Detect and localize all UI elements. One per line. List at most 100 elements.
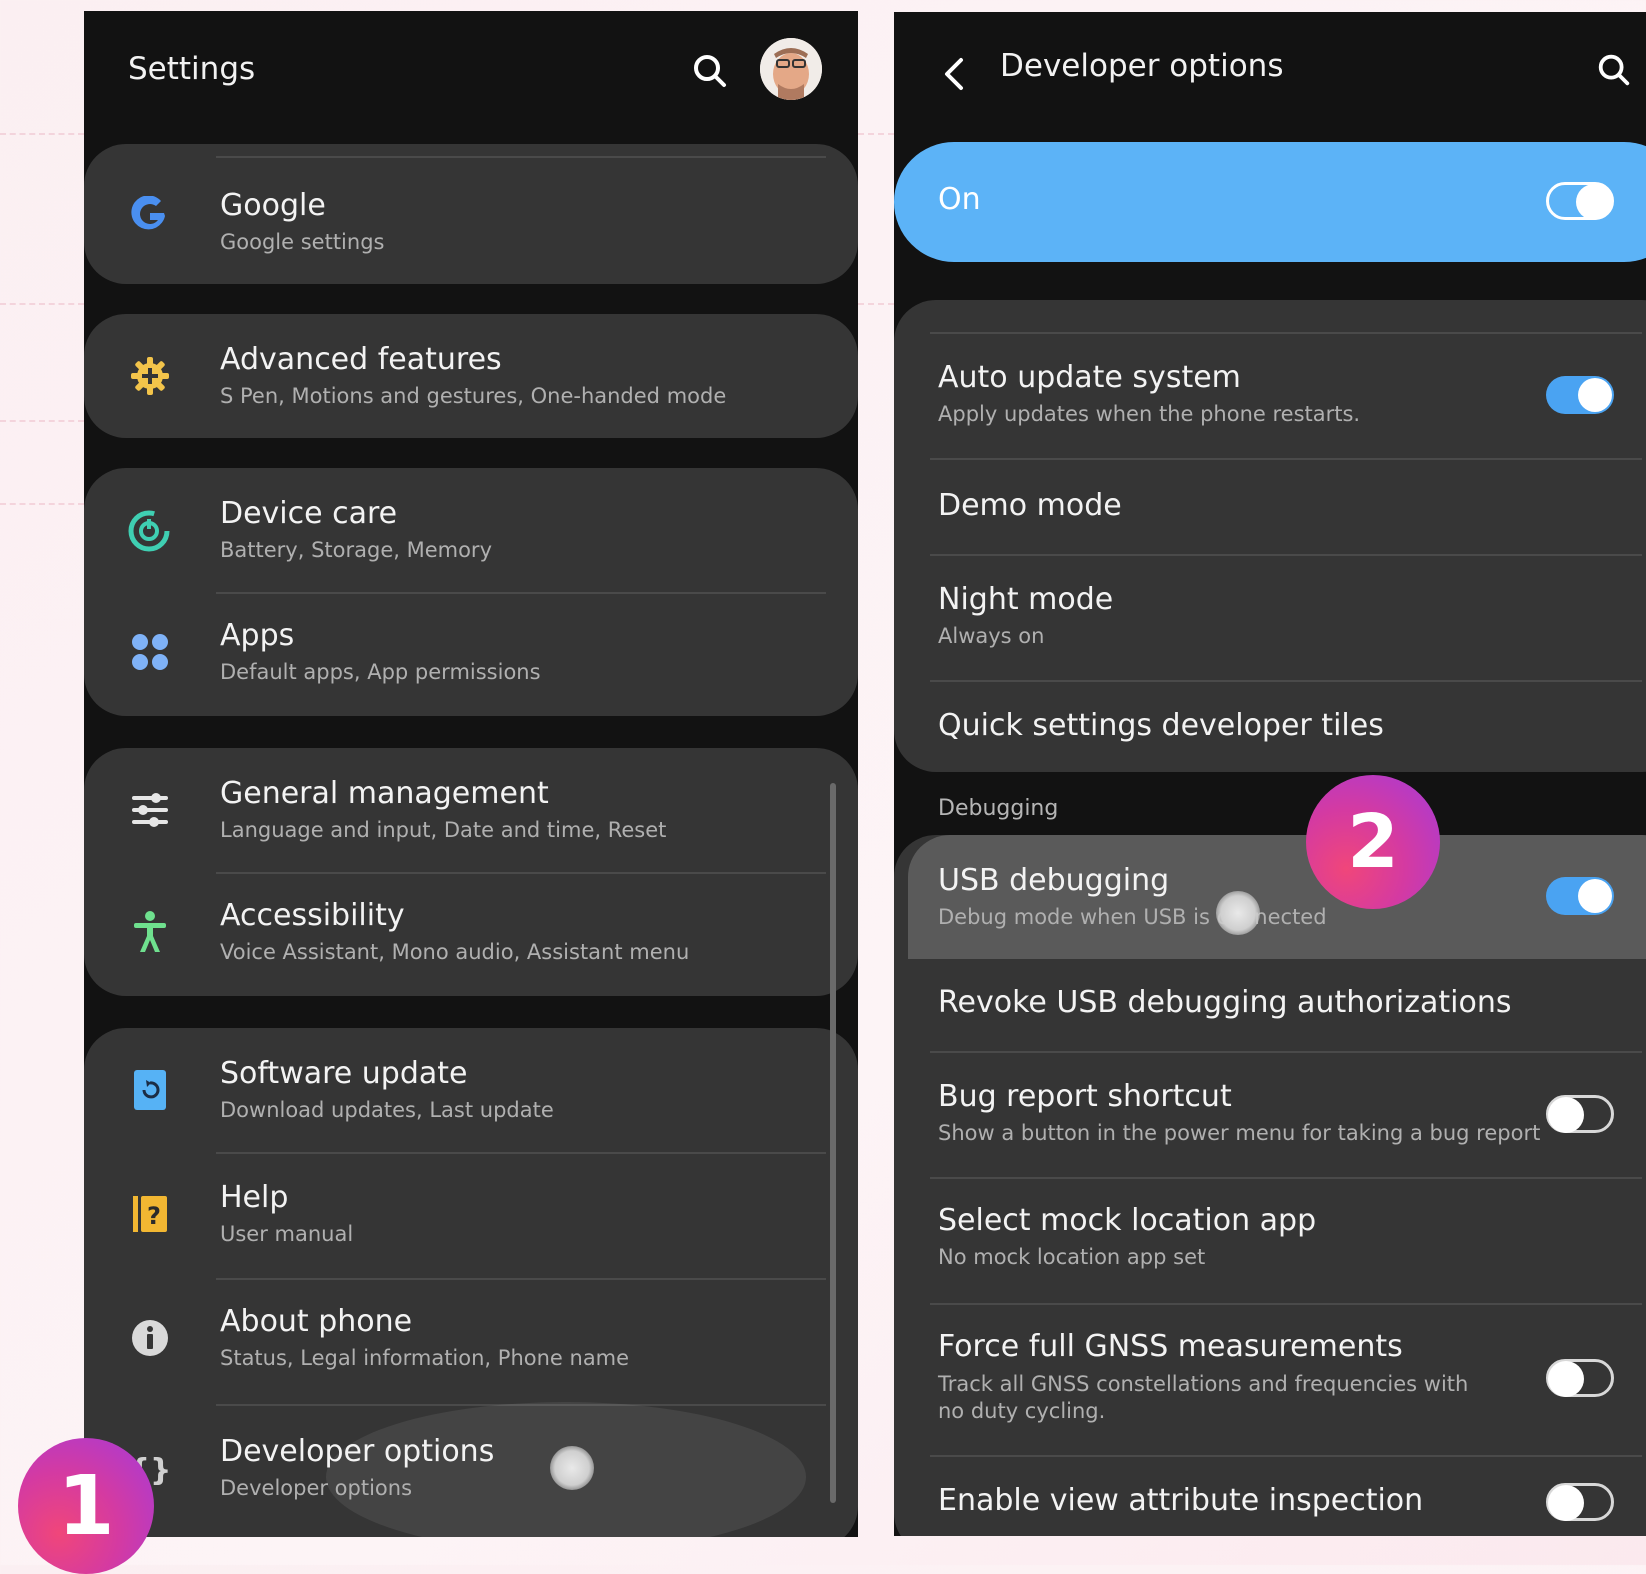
item-subtitle: Language and input, Date and time, Reset xyxy=(220,818,667,842)
back-arrow-icon[interactable] xyxy=(934,52,974,96)
settings-screen: Settings Google Google settings Advanced… xyxy=(84,11,858,1537)
step-badge-1: 1 xyxy=(18,1438,154,1574)
master-switch-bar[interactable]: On xyxy=(894,142,1646,262)
settings-item-apps[interactable]: Apps Default apps, App permissions xyxy=(84,594,858,716)
settings-item-help[interactable]: ? Help User manual xyxy=(84,1154,858,1278)
avatar[interactable] xyxy=(760,38,822,100)
item-title: Developer options xyxy=(220,1434,495,1469)
item-title: Apps xyxy=(220,618,295,653)
settings-item-about-phone[interactable]: About phone Status, Legal information, P… xyxy=(84,1280,858,1404)
settings-item-device-care[interactable]: Device care Battery, Storage, Memory xyxy=(84,468,858,592)
gnss-toggle[interactable] xyxy=(1546,1359,1614,1397)
item-subtitle: Track all GNSS constellations and freque… xyxy=(938,1372,1469,1423)
dev-item-force-gnss[interactable]: Force full GNSS measurements Track all G… xyxy=(894,1305,1646,1455)
item-title: Device care xyxy=(220,496,398,531)
dev-item-usb-debugging[interactable]: USB debugging Debug mode when USB is con… xyxy=(908,835,1646,959)
item-title: Select mock location app xyxy=(938,1203,1317,1238)
item-subtitle: Debug mode when USB is connected xyxy=(938,905,1327,929)
item-title: Revoke USB debugging authorizations xyxy=(938,985,1512,1020)
item-subtitle: Default apps, App permissions xyxy=(220,660,541,684)
item-title: Help xyxy=(220,1180,289,1215)
developer-group: USB debugging Debug mode when USB is con… xyxy=(894,835,1646,1536)
software-update-icon xyxy=(126,1066,174,1114)
apps-icon xyxy=(126,628,174,676)
dev-item-night-mode[interactable]: Night mode Always on xyxy=(894,556,1646,680)
dev-item-mock-location-app[interactable]: Select mock location app No mock locatio… xyxy=(894,1179,1646,1303)
dev-item-demo-mode[interactable]: Demo mode xyxy=(894,460,1646,554)
item-title: Bug report shortcut xyxy=(938,1079,1232,1114)
bug-report-toggle[interactable] xyxy=(1546,1095,1614,1133)
gear-plus-icon xyxy=(126,352,174,400)
help-icon: ? xyxy=(126,1190,174,1238)
settings-group: Google Google settings xyxy=(84,144,858,284)
item-subtitle: Always on xyxy=(938,624,1045,648)
dev-item-revoke-usb-authorizations[interactable]: Revoke USB debugging authorizations xyxy=(894,959,1646,1051)
item-title: Enable view attribute inspection xyxy=(938,1483,1424,1518)
background-dash xyxy=(0,133,84,135)
accessibility-icon xyxy=(126,908,174,956)
settings-item-developer-options[interactable]: {} Developer options Developer options xyxy=(84,1402,858,1537)
item-subtitle: Status, Legal information, Phone name xyxy=(220,1346,630,1370)
item-title: General management xyxy=(220,776,549,811)
item-title: Force full GNSS measurements xyxy=(938,1329,1403,1364)
search-icon[interactable] xyxy=(1592,48,1636,92)
settings-item-general-management[interactable]: General management Language and input, D… xyxy=(84,748,858,872)
developer-options-screen: Developer options On Auto update system … xyxy=(894,12,1646,1536)
item-title: Software update xyxy=(220,1056,468,1091)
item-title: Advanced features xyxy=(220,342,502,377)
settings-item-advanced-features[interactable]: Advanced features S Pen, Motions and ges… xyxy=(84,314,858,438)
page-title: Developer options xyxy=(1000,48,1284,84)
item-title: Auto update system xyxy=(938,360,1241,395)
item-subtitle: Battery, Storage, Memory xyxy=(220,538,492,562)
item-title: About phone xyxy=(220,1304,413,1339)
page-title: Settings xyxy=(128,51,256,87)
master-switch-label: On xyxy=(938,182,981,217)
dev-item-bug-report-shortcut[interactable]: Bug report shortcut Show a button in the… xyxy=(894,1053,1646,1177)
avatar-icon xyxy=(760,38,822,100)
item-title: USB debugging xyxy=(938,863,1170,898)
item-subtitle: Show a button in the power menu for taki… xyxy=(938,1121,1541,1145)
item-subtitle: Google settings xyxy=(220,230,385,254)
master-toggle[interactable] xyxy=(1546,182,1614,220)
item-title: Google xyxy=(220,188,326,223)
item-subtitle: Apply updates when the phone restarts. xyxy=(938,402,1361,426)
auto-update-toggle[interactable] xyxy=(1546,376,1614,414)
background-dash xyxy=(0,420,84,422)
device-care-icon xyxy=(124,506,174,556)
dev-item-quick-settings-tiles[interactable]: Quick settings developer tiles xyxy=(894,682,1646,772)
item-subtitle: No mock location app set xyxy=(938,1245,1206,1269)
scrollbar[interactable] xyxy=(830,783,836,1503)
section-header: Debugging xyxy=(938,796,1059,821)
touch-indicator xyxy=(550,1446,594,1490)
settings-item-software-update[interactable]: Software update Download updates, Last u… xyxy=(84,1028,858,1152)
item-title: Night mode xyxy=(938,582,1114,617)
item-subtitle: User manual xyxy=(220,1222,354,1246)
settings-item-accessibility[interactable]: Accessibility Voice Assistant, Mono audi… xyxy=(84,874,858,996)
item-subtitle: Voice Assistant, Mono audio, Assistant m… xyxy=(220,940,690,964)
background-dash xyxy=(0,503,84,505)
search-icon[interactable] xyxy=(686,47,734,95)
item-subtitle: Developer options xyxy=(220,1476,413,1500)
settings-group: Software update Download updates, Last u… xyxy=(84,1028,858,1537)
background-dash xyxy=(0,303,84,305)
settings-header: Settings xyxy=(84,11,858,141)
dev-item-auto-update-system[interactable]: Auto update system Apply updates when th… xyxy=(894,334,1646,458)
view-attribute-toggle[interactable] xyxy=(1546,1483,1614,1521)
background-dash xyxy=(858,133,894,135)
info-icon xyxy=(126,1314,174,1362)
sliders-icon xyxy=(126,786,174,834)
touch-indicator xyxy=(1216,891,1260,935)
settings-group: General management Language and input, D… xyxy=(84,748,858,996)
settings-item-google[interactable]: Google Google settings xyxy=(84,144,858,284)
item-subtitle: S Pen, Motions and gestures, One-handed … xyxy=(220,384,727,408)
settings-group: Device care Battery, Storage, Memory App… xyxy=(84,468,858,716)
dev-item-view-attribute-inspection[interactable]: Enable view attribute inspection xyxy=(894,1457,1646,1536)
settings-group: Advanced features S Pen, Motions and ges… xyxy=(84,314,858,438)
svg-text:?: ? xyxy=(147,1202,161,1230)
developer-group: Auto update system Apply updates when th… xyxy=(894,300,1646,772)
item-title: Quick settings developer tiles xyxy=(938,708,1384,743)
developer-header: Developer options xyxy=(894,12,1646,142)
google-icon xyxy=(126,192,174,240)
usb-debugging-toggle[interactable] xyxy=(1546,877,1614,915)
background-dash xyxy=(858,303,894,305)
